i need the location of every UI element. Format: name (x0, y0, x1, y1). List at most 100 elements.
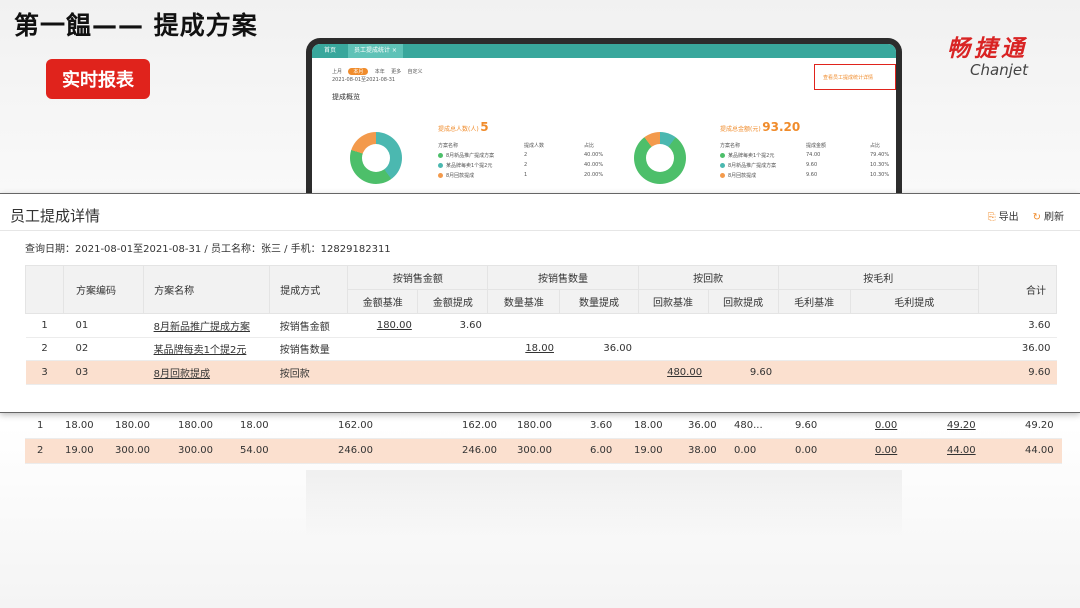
refresh-button[interactable]: ↻ 刷新 (1033, 208, 1064, 223)
legend-dot (438, 153, 443, 158)
cell-gp-comm (850, 313, 979, 338)
monitor-reflection (306, 470, 902, 540)
group-sales-amount: 按销售金额 (347, 265, 489, 290)
header-count: 提成人数 (524, 143, 545, 149)
summary-cell: 38.00 (688, 445, 717, 456)
tab-home[interactable]: 首页 (318, 44, 342, 58)
summary-cell: 0.00 (795, 445, 818, 456)
row-pct: 20.00% (584, 172, 604, 178)
cell-total: 36.00 (978, 337, 1057, 361)
header-name: 方案名称 (438, 143, 459, 149)
row-pct: 79.40% (870, 152, 890, 158)
slide-title: 第一饂—— 提成方案 (14, 11, 258, 40)
summary-cell: 180.00 (115, 420, 150, 431)
cell-name-link[interactable]: 某品牌每卖1个提2元 (154, 345, 247, 356)
monitor-frame: 首页 员工提成统计 × 上月 本月 本年 更多 自定义 2021-08-01至2… (306, 38, 902, 198)
summary-link[interactable]: 0.00 (875, 420, 897, 431)
highlight-box: 查看员工提成统计详情 (814, 64, 896, 90)
cell-amt-comm (417, 337, 488, 361)
summary-cell: 18.00 (240, 420, 269, 431)
row-name: 8月新品推广提成方案 (720, 162, 806, 169)
row-name: 8月回款提成 (720, 172, 806, 179)
summary-link[interactable]: 44.00 (947, 445, 976, 456)
table-row[interactable]: 1 01 8月新品推广提成方案 按销售金额 180.00 3.60 3.60 (25, 313, 1057, 338)
people-row[interactable]: 8月回款提成 1 20.00% (438, 172, 603, 179)
row-count: 2 (524, 162, 528, 168)
cell-qty-comm: 36.00 (559, 337, 639, 361)
summary-cell: 18.00 (634, 420, 663, 431)
app-tabbar: 首页 员工提成统计 × (312, 44, 896, 58)
cell-amt-base-link[interactable]: 180.00 (377, 320, 412, 331)
people-stat: 提成总人数(人) 5 (438, 120, 489, 134)
row-name-text: 某品牌每卖1个提2元 (728, 153, 775, 159)
row-pct: 40.00% (584, 152, 604, 158)
cell-code: 01 (63, 313, 144, 338)
amount-row[interactable]: 8月新品推广提成方案 9.60 10.30% (720, 162, 889, 169)
summary-cell: 162.00 (462, 420, 497, 431)
tab-commission-stats[interactable]: 员工提成统计 × (348, 44, 403, 58)
summary-cell: 180.00 (178, 420, 213, 431)
summary-link[interactable]: 49.20 (947, 420, 976, 431)
summary-row[interactable]: 1 18.00 180.00 180.00 18.00 162.00 162.0… (25, 414, 1062, 439)
summary-link[interactable]: 0.00 (875, 445, 897, 456)
export-button[interactable]: ⎘ 导出 (988, 208, 1019, 223)
col-qty-comm: 数量提成 (559, 289, 639, 314)
row-pct: 10.30% (870, 172, 890, 178)
summary-cell: 19.00 (634, 445, 663, 456)
period-this-month[interactable]: 本月 (348, 68, 369, 75)
period-last-month[interactable]: 上月 (332, 69, 342, 75)
cell-gp-base (778, 313, 851, 338)
cell-gp-comm (850, 360, 979, 385)
amount-stat-label: 提成总金额(元) (720, 126, 761, 133)
period-custom[interactable]: 自定义 (408, 69, 423, 75)
amount-table-header: 方案名称 提成金额 占比 (720, 142, 880, 149)
summary-cell: 19.00 (65, 445, 94, 456)
summary-cell: 246.00 (462, 445, 497, 456)
amount-donut-chart (634, 132, 686, 184)
col-amt-comm: 金额提成 (417, 289, 489, 314)
cell-qty-base-link[interactable]: 18.00 (525, 343, 554, 354)
cell-name-link[interactable]: 8月新品推广提成方案 (154, 322, 250, 333)
col-gp-comm: 毛利提成 (849, 289, 979, 314)
period-this-year[interactable]: 本年 (375, 69, 385, 75)
panel-divider (0, 230, 1080, 231)
people-row[interactable]: 某品牌每卖1个提2元 2 40.00% (438, 162, 603, 169)
row-amount: 9.60 (806, 172, 818, 178)
period-more[interactable]: 更多 (391, 69, 401, 75)
people-stat-label: 提成总人数(人) (438, 126, 479, 133)
cell-gp-base (778, 360, 851, 385)
table-row[interactable]: 2 02 某品牌每卖1个提2元 按销售数量 18.00 36.00 36.00 (25, 337, 1057, 361)
summary-cell: 0.00 (734, 445, 757, 456)
summary-cell: 300.00 (517, 445, 552, 456)
people-donut-chart (350, 132, 402, 184)
cell-total: 9.60 (978, 360, 1057, 385)
amount-row[interactable]: 8月回款提成 9.60 10.30% (720, 172, 889, 179)
legend-dot (438, 173, 443, 178)
table-row-selected[interactable]: 3 03 8月回款提成 按回款 480.00 9.60 9.60 (25, 360, 1057, 385)
summary-cell: 3.60 (590, 420, 613, 431)
summary-index: 2 (37, 445, 44, 456)
export-icon: ⎘ (987, 212, 996, 223)
cell-total: 3.60 (978, 313, 1057, 338)
people-row[interactable]: 8月新品推广提成方案 2 40.00% (438, 152, 603, 159)
brand-name-en: Chanjet (970, 61, 1028, 79)
panel-actions: ⎘ 导出 ↻ 刷新 (988, 208, 1064, 223)
cell-ret-comm (708, 337, 779, 361)
row-name-text: 8月新品推广提成方案 (728, 163, 777, 169)
cell-ret-base-link[interactable]: 480.00 (667, 367, 702, 378)
row-name: 8月回款提成 (438, 172, 524, 179)
cell-ret-comm: 9.60 (708, 360, 779, 385)
col-qty-base: 数量基准 (487, 289, 561, 314)
view-detail-button[interactable]: 查看员工提成统计详情 (823, 74, 873, 81)
amount-row[interactable]: 某品牌每卖1个提2元 74.00 79.40% (720, 152, 889, 159)
group-return: 按回款 (637, 265, 779, 290)
cell-code: 03 (63, 360, 144, 385)
summary-row-selected[interactable]: 2 19.00 300.00 300.00 54.00 246.00 246.0… (25, 439, 1062, 464)
col-code: 方案编码 (63, 265, 145, 314)
summary-total: 49.20 (1025, 420, 1054, 431)
cell-method: 按销售金额 (269, 313, 348, 338)
refresh-icon: ↻ (1032, 212, 1041, 223)
col-amt-base: 金额基准 (347, 289, 419, 314)
summary-cell: 300.00 (178, 445, 213, 456)
cell-name-link[interactable]: 8月回款提成 (154, 369, 210, 380)
